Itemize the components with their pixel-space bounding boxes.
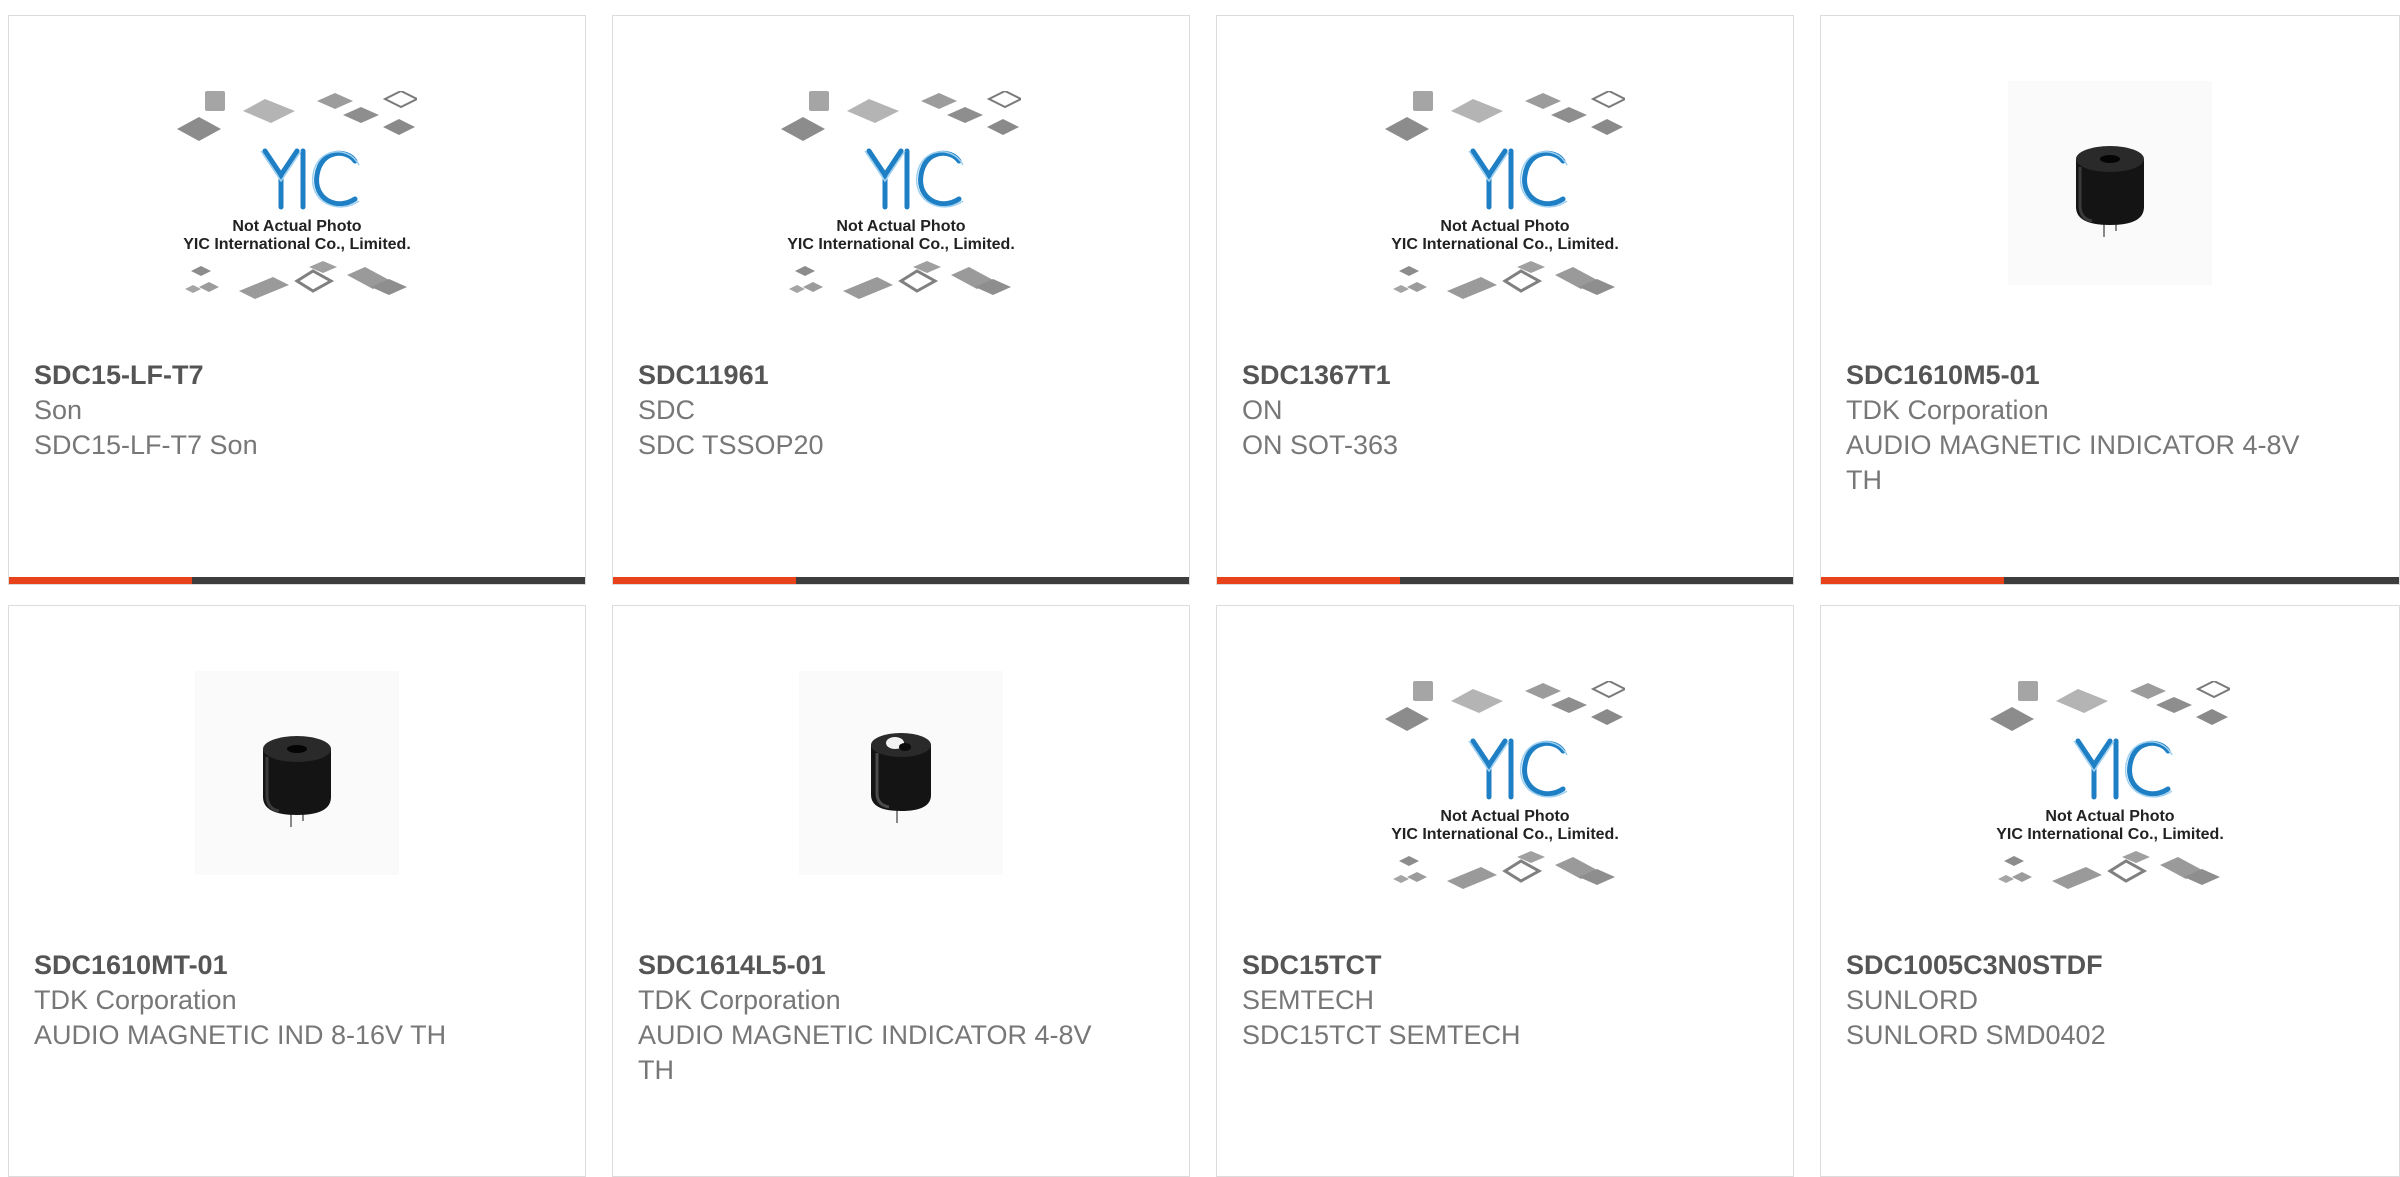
product-card[interactable]: Not Actual Photo YIC International Co., … — [612, 15, 1190, 585]
product-info: SDC1610MT-01 TDK Corporation AUDIO MAGNETI… — [34, 949, 525, 1053]
chip-icons-top — [1385, 91, 1625, 141]
card-accent-bar — [1217, 577, 1400, 584]
chip-icons-bottom — [1393, 261, 1615, 299]
part-number[interactable]: SDC1005C3N0STDF — [1846, 949, 2339, 982]
placeholder-caption-line1: Not Actual Photo — [1440, 808, 1569, 825]
chip-icons-bottom — [1393, 851, 1615, 889]
product-image[interactable] — [9, 671, 585, 951]
part-number[interactable]: SDC1367T1 — [1242, 359, 1733, 392]
part-number[interactable]: SDC15TCT — [1242, 949, 1733, 982]
yic-logo — [262, 148, 358, 210]
product-card[interactable]: Not Actual Photo YIC International Co., … — [1216, 15, 1794, 585]
card-bottom-bar — [613, 577, 1189, 584]
yic-logo — [2075, 738, 2171, 800]
chip-icons-bottom — [1998, 851, 2220, 889]
product-card[interactable]: Not Actual Photo YIC International Co., … — [1216, 605, 1794, 1177]
product-info: SDC15-LF-T7 Son SDC15-LF-T7 Son — [34, 359, 525, 463]
not-actual-photo-image: Not Actual Photo YIC International Co., … — [1990, 681, 2230, 889]
chip-icons-top — [781, 91, 1021, 141]
placeholder-caption-line2: YIC International Co., Limited. — [1391, 236, 1619, 253]
not-actual-photo-image: Not Actual Photo YIC International Co., … — [1385, 681, 1625, 889]
chip-icons-top — [177, 91, 417, 141]
card-bottom-bar — [1821, 577, 2399, 584]
product-card[interactable]: SDC1614L5-01 TDK Corporation AUDIO MAGNETI… — [612, 605, 1190, 1177]
card-accent-bar — [9, 577, 192, 584]
product-card[interactable]: SDC1610MT-01 TDK Corporation AUDIO MAGNETI… — [8, 605, 586, 1177]
placeholder-caption-line2: YIC International Co., Limited. — [183, 236, 411, 253]
part-number[interactable]: SDC1610MT-01 — [34, 949, 525, 982]
chip-icons-top — [1385, 681, 1625, 731]
description: SDC TSSOP20 — [638, 430, 824, 460]
card-accent-bar — [613, 577, 796, 584]
placeholder-caption-line1: Not Actual Photo — [1440, 218, 1569, 235]
product-image[interactable]: Not Actual Photo YIC International Co., … — [9, 91, 585, 371]
product-image[interactable]: Not Actual Photo YIC International Co., … — [613, 91, 1189, 371]
manufacturer: SDC — [638, 395, 696, 425]
buzzer-product-image — [2008, 81, 2212, 285]
placeholder-caption-line2: YIC International Co., Limited. — [787, 236, 1015, 253]
not-actual-photo-image: Not Actual Photo YIC International Co., … — [781, 91, 1021, 299]
not-actual-photo-image: Not Actual Photo YIC International Co., … — [177, 91, 417, 299]
description: ON SOT-363 — [1242, 430, 1399, 460]
product-card[interactable]: SDC1610M5-01 TDK Corporation AUDIO MAGNETI… — [1820, 15, 2400, 585]
product-image[interactable]: Not Actual Photo YIC International Co., … — [1821, 681, 2399, 961]
product-card[interactable]: Not Actual Photo YIC International Co., … — [8, 15, 586, 585]
description: AUDIO MAGNETIC INDICATOR 4-8V TH — [1846, 430, 2300, 495]
yic-logo — [1470, 738, 1566, 800]
product-info: SDC1367T1 ON ON SOT-363 — [1242, 359, 1733, 463]
manufacturer: TDK Corporation — [34, 985, 237, 1015]
product-info: SDC1614L5-01 TDK Corporation AUDIO MAGNETI… — [638, 949, 1129, 1088]
manufacturer: TDK Corporation — [1846, 395, 2049, 425]
not-actual-photo-image: Not Actual Photo YIC International Co., … — [1385, 91, 1625, 299]
manufacturer: SUNLORD — [1846, 985, 1979, 1015]
chip-icons-bottom — [185, 261, 407, 299]
product-info: SDC1005C3N0STDF SUNLORD SUNLORD SMD0402 — [1846, 949, 2339, 1053]
buzzer-product-image — [799, 671, 1003, 875]
description: SDC15-LF-T7 Son — [34, 430, 258, 460]
yic-logo — [866, 148, 962, 210]
part-number[interactable]: SDC1610M5-01 — [1846, 359, 2339, 392]
product-image[interactable]: Not Actual Photo YIC International Co., … — [1217, 681, 1793, 961]
chip-icons-top — [1990, 681, 2230, 731]
part-number[interactable]: SDC11961 — [638, 359, 1129, 392]
product-grid: Not Actual Photo YIC International Co., … — [8, 15, 2400, 1177]
product-image[interactable] — [613, 671, 1189, 951]
product-card[interactable]: Not Actual Photo YIC International Co., … — [1820, 605, 2400, 1177]
placeholder-caption-line2: YIC International Co., Limited. — [1996, 826, 2224, 843]
part-number[interactable]: SDC15-LF-T7 — [34, 359, 525, 392]
manufacturer: ON — [1242, 395, 1283, 425]
placeholder-caption-line2: YIC International Co., Limited. — [1391, 826, 1619, 843]
product-image[interactable] — [1821, 81, 2399, 361]
description: SDC15TCT SEMTECH — [1242, 1020, 1521, 1050]
product-image[interactable]: Not Actual Photo YIC International Co., … — [1217, 91, 1793, 371]
yic-logo — [1470, 148, 1566, 210]
description: AUDIO MAGNETIC INDICATOR 4-8V TH — [638, 1020, 1092, 1085]
placeholder-caption-line1: Not Actual Photo — [232, 218, 361, 235]
card-accent-bar — [1821, 577, 2004, 584]
placeholder-caption-line1: Not Actual Photo — [836, 218, 965, 235]
buzzer-product-image — [195, 671, 399, 875]
part-number[interactable]: SDC1614L5-01 — [638, 949, 1129, 982]
card-bottom-bar — [9, 577, 585, 584]
manufacturer: SEMTECH — [1242, 985, 1375, 1015]
product-info: SDC1610M5-01 TDK Corporation AUDIO MAGNETI… — [1846, 359, 2339, 498]
placeholder-caption-line1: Not Actual Photo — [2045, 808, 2174, 825]
chip-icons-bottom — [789, 261, 1011, 299]
product-info: SDC11961 SDC SDC TSSOP20 — [638, 359, 1129, 463]
description: SUNLORD SMD0402 — [1846, 1020, 2106, 1050]
description: AUDIO MAGNETIC IND 8-16V TH — [34, 1020, 447, 1050]
manufacturer: Son — [34, 395, 83, 425]
card-bottom-bar — [1217, 577, 1793, 584]
manufacturer: TDK Corporation — [638, 985, 841, 1015]
product-info: SDC15TCT SEMTECH SDC15TCT SEMTECH — [1242, 949, 1733, 1053]
